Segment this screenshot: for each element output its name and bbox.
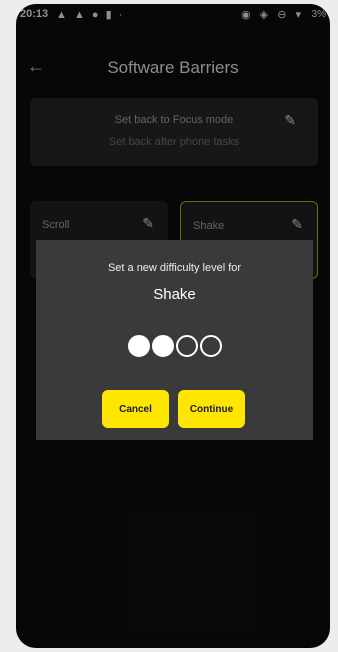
difficulty-dot-3[interactable] bbox=[175, 335, 198, 357]
dialog-barrier-name: Shake bbox=[153, 286, 196, 303]
difficulty-dot-4[interactable] bbox=[199, 335, 222, 357]
cancel-button[interactable]: Cancel bbox=[102, 390, 169, 428]
difficulty-dot-1[interactable] bbox=[127, 335, 150, 357]
dialog-heading: Set a new difficulty level for bbox=[107, 262, 242, 274]
difficulty-dot-2[interactable] bbox=[151, 335, 174, 357]
phone-screen: 20:13 ▲ ▲ ● ▮ · ◉ ◈ ⊖ ▾ 3% ← Software Ba… bbox=[16, 4, 330, 648]
continue-button[interactable]: Continue bbox=[178, 390, 245, 428]
difficulty-dialog: Set a new difficulty level for Shake Can… bbox=[36, 240, 313, 440]
difficulty-selector[interactable] bbox=[36, 335, 313, 357]
